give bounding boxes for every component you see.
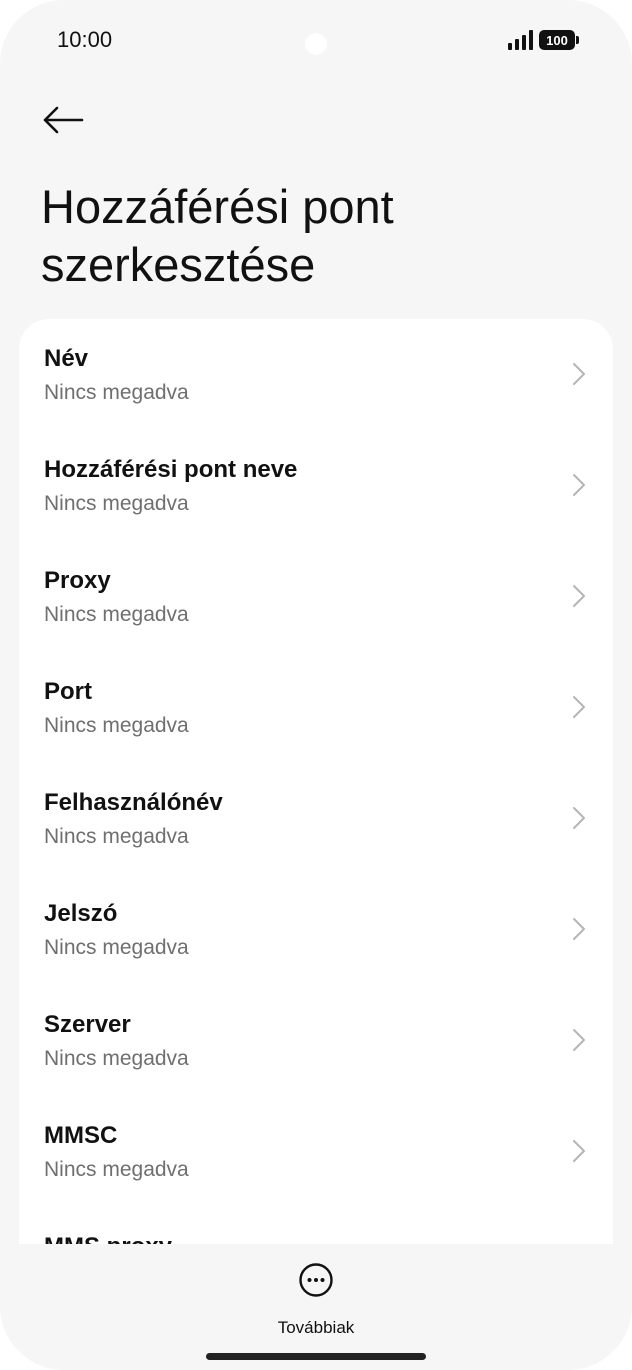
chevron-right-icon [573, 474, 585, 496]
more-label: Továbbiak [277, 1318, 355, 1337]
chevron-right-icon [573, 696, 585, 718]
list-item-proxy[interactable]: Proxy Nincs megadva [19, 541, 613, 652]
list-item-label: MMS proxy [44, 1233, 172, 1244]
chevron-right-icon [573, 1140, 585, 1162]
settings-list: Név Nincs megadva Hozzáférési pont neve … [19, 319, 613, 1244]
list-item-server[interactable]: Szerver Nincs megadva [19, 985, 613, 1096]
list-item-label: Port [44, 678, 92, 705]
page-title: Hozzáférési pont szerkesztése [41, 180, 394, 291]
list-item-username[interactable]: Felhasználónév Nincs megadva [19, 763, 613, 874]
list-item-label: Név [44, 345, 89, 372]
list-item-port[interactable]: Port Nincs megadva [19, 652, 613, 763]
list-item-value: Nincs megadva [44, 1047, 189, 1070]
camera-cutout [305, 33, 327, 55]
list-item-value: Nincs megadva [44, 825, 189, 848]
chevron-right-icon [573, 363, 585, 385]
chevron-right-icon [573, 918, 585, 940]
list-item-label: Hozzáférési pont neve [44, 456, 298, 483]
list-item-value: Nincs megadva [44, 603, 189, 626]
list-item-value: Nincs megadva [44, 1158, 189, 1181]
signal-icon [508, 30, 534, 50]
list-item-password[interactable]: Jelszó Nincs megadva [19, 874, 613, 985]
bottom-bar: Továbbiak [0, 1244, 632, 1370]
list-item-apn[interactable]: Hozzáférési pont neve Nincs megadva [19, 430, 613, 541]
list-item-value: Nincs megadva [44, 936, 189, 959]
list-item-value: Nincs megadva [44, 492, 189, 515]
phone-screen: 10:00 100 Hozzáférési pont szerkesztése … [0, 0, 632, 1370]
battery-level: 100 [546, 32, 568, 48]
list-item-name[interactable]: Név Nincs megadva [19, 319, 613, 430]
list-item-label: Szerver [44, 1011, 131, 1038]
chevron-right-icon [573, 1029, 585, 1051]
chevron-right-icon [573, 807, 585, 829]
list-item-label: MMSC [44, 1122, 118, 1149]
back-button[interactable] [40, 100, 86, 140]
status-time: 10:00 [57, 27, 113, 52]
chevron-right-icon [573, 585, 585, 607]
home-indicator[interactable] [206, 1353, 426, 1360]
list-item-value: Nincs megadva [44, 714, 189, 737]
battery-icon: 100 [539, 30, 579, 50]
list-item-mmsc[interactable]: MMSC Nincs megadva [19, 1096, 613, 1207]
list-item-label: Proxy [44, 567, 111, 594]
more-horizontal-circle-icon [299, 1263, 333, 1297]
list-item-value: Nincs megadva [44, 381, 189, 404]
arrow-left-icon [43, 106, 84, 134]
status-bar: 10:00 100 [0, 0, 632, 80]
more-button[interactable]: Továbbiak [256, 1262, 376, 1342]
list-item-label: Felhasználónév [44, 789, 223, 816]
list-item-mms-proxy[interactable]: MMS proxy [19, 1207, 613, 1244]
list-item-label: Jelszó [44, 900, 118, 927]
